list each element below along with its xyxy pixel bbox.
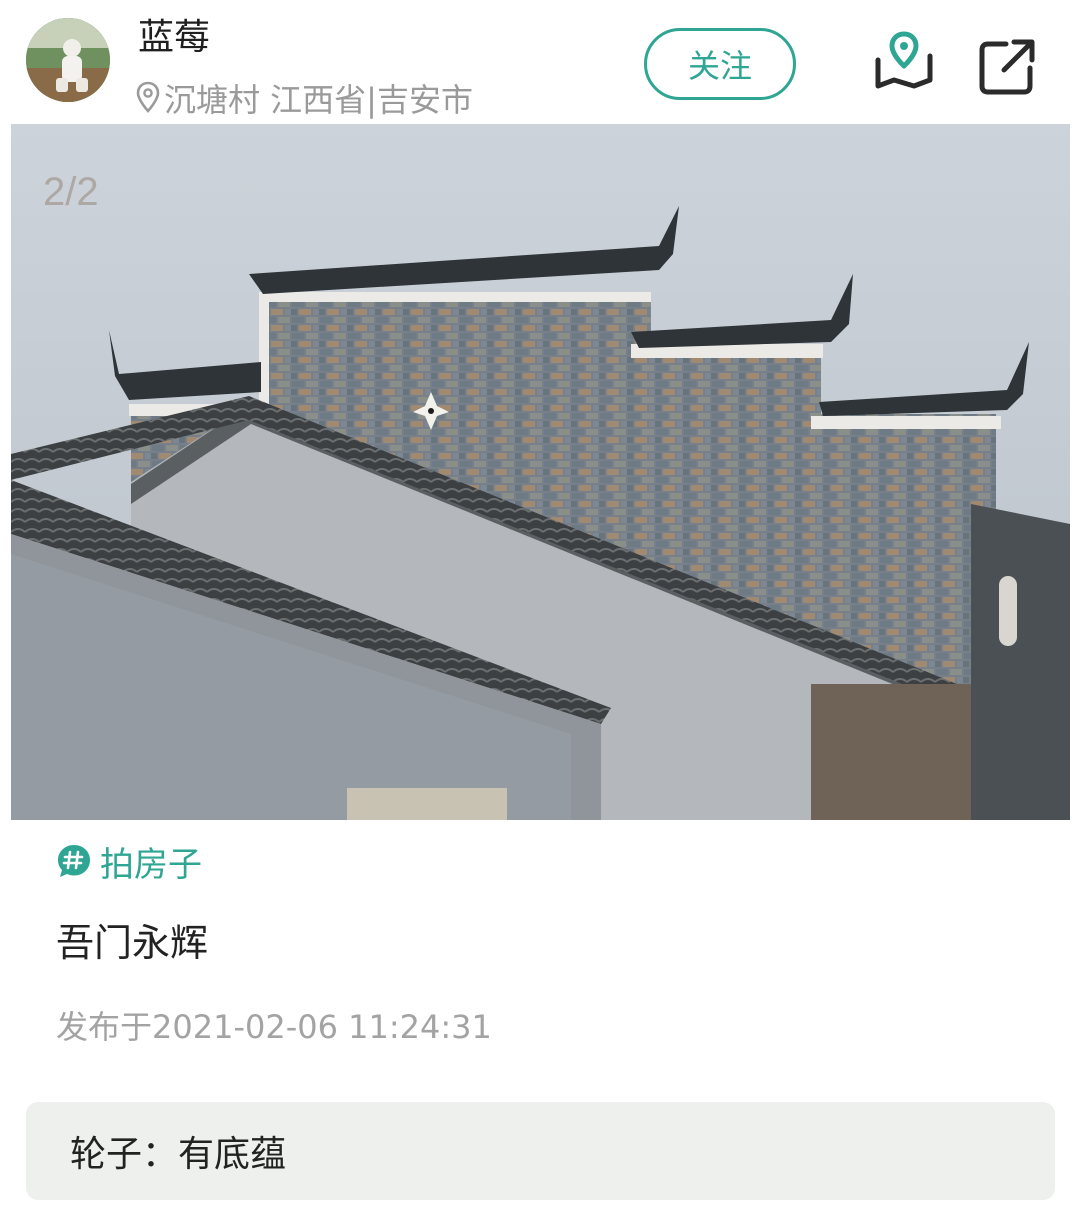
post-title: 吾门永辉 [56,921,209,965]
username[interactable]: 蓝莓 [138,14,210,62]
comment-box[interactable]: 轮子：有底蕴 [26,1102,1055,1200]
map-pin-icon [134,80,162,116]
topic-tag[interactable]: 拍房子 [56,838,202,885]
share-icon[interactable] [976,34,1040,98]
post-header: 蓝莓 沉塘村 江西省|吉安市 关注 [0,0,1080,120]
photo-counter: 2/2 [43,170,99,214]
follow-button[interactable]: 关注 [644,28,796,100]
avatar[interactable] [26,18,110,102]
publish-time: 发布于2021-02-06 11:24:31 [56,1008,492,1046]
post-photo[interactable]: 2/2 [11,124,1070,820]
map-pin-fold-icon[interactable] [872,30,936,94]
topic-label: 拍房子 [100,844,202,885]
comment-text: 轮子：有底蕴 [70,1134,287,1175]
location[interactable]: 沉塘村 江西省|吉安市 [134,74,473,122]
location-text: 沉塘村 江西省|吉安市 [164,81,473,119]
hashtag-icon [56,843,92,879]
